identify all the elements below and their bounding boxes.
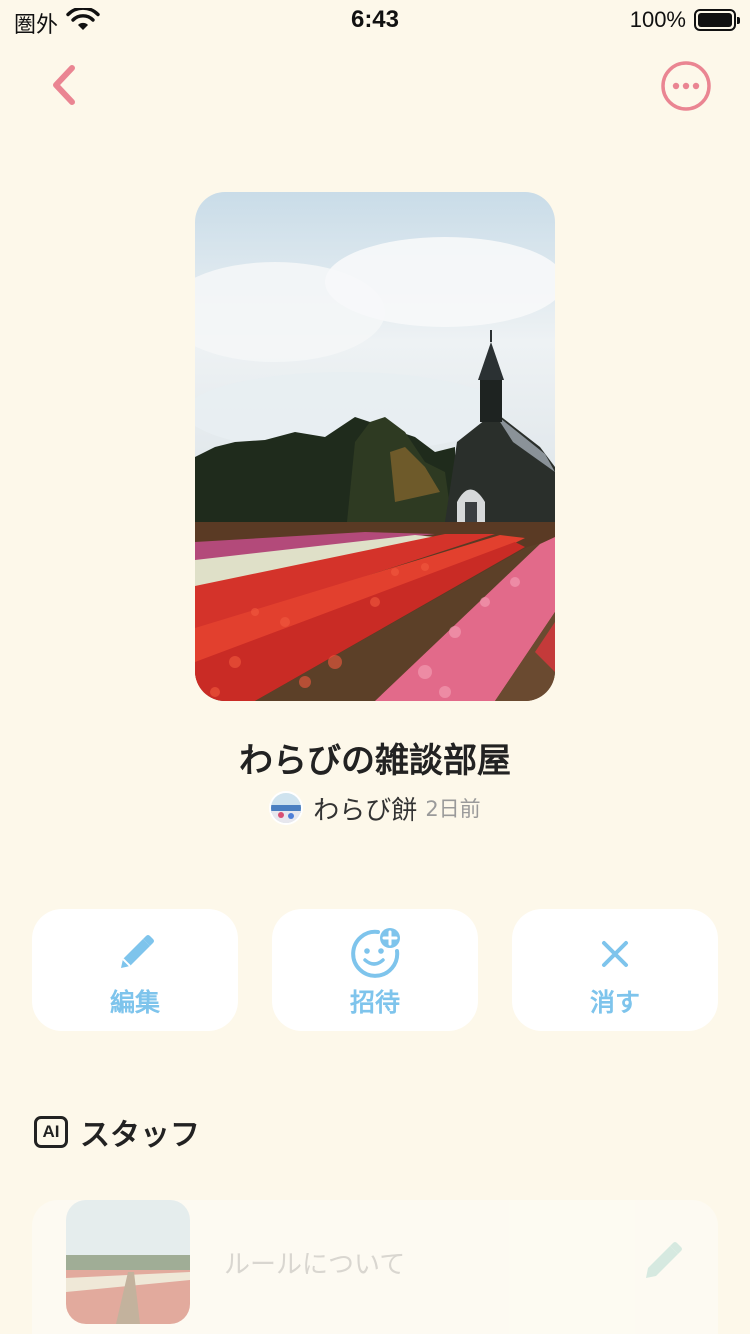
chevron-left-icon xyxy=(53,65,75,105)
owner-name: わらび餅 xyxy=(313,795,418,826)
more-horizontal-circle-icon xyxy=(661,61,711,111)
action-buttons: 編集 招待 消す xyxy=(32,909,718,1031)
pencil-icon xyxy=(32,929,238,979)
invite-button[interactable]: 招待 xyxy=(272,909,478,1031)
staff-name: ルールについて xyxy=(224,1250,406,1280)
staff-section-header: AI スタッフ xyxy=(34,1110,200,1154)
edit-button[interactable]: 編集 xyxy=(32,909,238,1031)
pencil-icon xyxy=(646,1242,682,1278)
edit-label: 編集 xyxy=(109,988,160,1017)
staff-item[interactable]: ルールについて xyxy=(32,1200,718,1334)
close-icon xyxy=(512,929,718,979)
posted-time: 2日前 xyxy=(425,797,481,821)
delete-label: 消す xyxy=(589,988,640,1017)
delete-button[interactable]: 消す xyxy=(512,909,718,1031)
owner-avatar[interactable] xyxy=(269,791,304,825)
battery-percentage: 100% xyxy=(629,7,686,32)
staff-edit-button[interactable] xyxy=(640,1240,684,1284)
more-options-button[interactable] xyxy=(660,60,712,112)
add-face-icon xyxy=(272,928,478,979)
battery-icon xyxy=(694,9,740,31)
room-title: わらびの雑談部屋 xyxy=(239,741,511,781)
status-bar: 圏外 6:43 100% xyxy=(0,0,750,40)
staff-thumbnail xyxy=(66,1200,190,1324)
back-button[interactable] xyxy=(40,60,90,110)
owner-info[interactable]: わらび餅 2日前 xyxy=(0,788,750,828)
section-title: スタッフ xyxy=(80,1118,200,1153)
ai-badge-icon: AI xyxy=(34,1116,68,1148)
room-cover-image xyxy=(195,192,555,701)
invite-label: 招待 xyxy=(349,988,400,1017)
